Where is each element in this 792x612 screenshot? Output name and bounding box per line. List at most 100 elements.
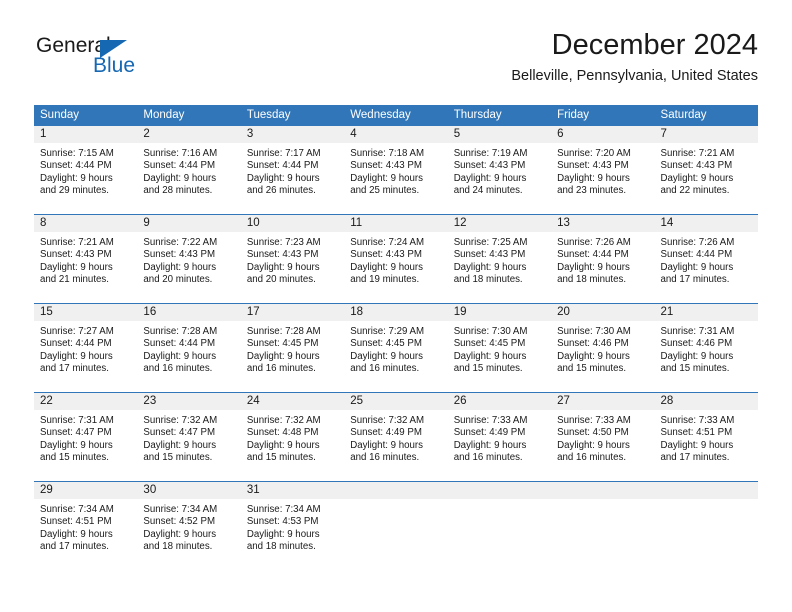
day-cell[interactable]: 10 Sunrise: 7:23 AM Sunset: 4:43 PM Dayl… [240, 214, 345, 304]
daylight-text-line1: Daylight: 9 hours [246, 172, 320, 184]
daylight-text-line1: Daylight: 9 hours [143, 528, 217, 540]
day-cell[interactable]: 17 Sunrise: 7:28 AM Sunset: 4:45 PM Dayl… [240, 303, 345, 393]
week-row: 22 Sunrise: 7:31 AM Sunset: 4:47 PM Dayl… [34, 392, 758, 482]
sunset-text: Sunset: 4:48 PM [246, 427, 319, 439]
day-cell[interactable]: 12 Sunrise: 7:25 AM Sunset: 4:43 PM Dayl… [447, 214, 552, 304]
day-cell[interactable]: 24 Sunrise: 7:32 AM Sunset: 4:48 PM Dayl… [240, 392, 345, 482]
daylight-text-line2: and 16 minutes. [350, 363, 420, 375]
day-number: 18 [344, 304, 448, 321]
day-number: 28 [654, 393, 758, 410]
day-cell[interactable]: 28 Sunrise: 7:33 AM Sunset: 4:51 PM Dayl… [654, 392, 758, 482]
day-details: Sunrise: 7:22 AM Sunset: 4:43 PM Dayligh… [137, 232, 240, 287]
daylight-text-line2: and 19 minutes. [350, 274, 420, 286]
day-number: 4 [344, 126, 448, 143]
day-cell[interactable]: 5 Sunrise: 7:19 AM Sunset: 4:43 PM Dayli… [447, 125, 552, 215]
sunset-text: Sunset: 4:50 PM [557, 427, 629, 439]
day-details: Sunrise: 7:34 AM Sunset: 4:53 PM Dayligh… [241, 499, 344, 554]
calendar-page: General Blue December 2024 Belleville, P… [0, 0, 792, 612]
sunset-text: Sunset: 4:43 PM [246, 249, 319, 261]
day-cell[interactable]: 25 Sunrise: 7:32 AM Sunset: 4:49 PM Dayl… [344, 392, 448, 482]
day-cell[interactable]: 31 Sunrise: 7:34 AM Sunset: 4:53 PM Dayl… [240, 481, 345, 570]
day-cell[interactable]: 19 Sunrise: 7:30 AM Sunset: 4:45 PM Dayl… [447, 303, 552, 393]
daylight-text-line2: and 15 minutes. [246, 452, 316, 464]
calendar-table: Sunday Monday Tuesday Wednesday Thursday… [34, 105, 758, 570]
day-number [551, 482, 655, 499]
sunset-text: Sunset: 4:49 PM [453, 427, 526, 439]
sunset-text: Sunset: 4:44 PM [40, 338, 112, 350]
day-number: 31 [240, 482, 345, 499]
daylight-text-line1: Daylight: 9 hours [660, 350, 734, 362]
day-number: 24 [240, 393, 345, 410]
day-cell[interactable]: 14 Sunrise: 7:26 AM Sunset: 4:44 PM Dayl… [654, 214, 758, 304]
sunset-text: Sunset: 4:45 PM [246, 338, 319, 350]
day-number: 23 [137, 393, 241, 410]
daylight-text-line2: and 17 minutes. [660, 452, 730, 464]
day-cell[interactable]: 8 Sunrise: 7:21 AM Sunset: 4:43 PM Dayli… [34, 214, 138, 304]
day-cell[interactable]: 16 Sunrise: 7:28 AM Sunset: 4:44 PM Dayl… [137, 303, 241, 393]
daylight-text-line1: Daylight: 9 hours [557, 172, 630, 184]
calendar-head: Sunday Monday Tuesday Wednesday Thursday… [34, 105, 758, 126]
day-cell[interactable]: 3 Sunrise: 7:17 AM Sunset: 4:44 PM Dayli… [240, 125, 345, 215]
daylight-text-line2: and 26 minutes. [246, 185, 316, 197]
day-cell[interactable]: 18 Sunrise: 7:29 AM Sunset: 4:45 PM Dayl… [344, 303, 448, 393]
sunset-text: Sunset: 4:43 PM [350, 249, 422, 261]
day-cell[interactable]: 27 Sunrise: 7:33 AM Sunset: 4:50 PM Dayl… [551, 392, 655, 482]
weekday-header-wednesday: Wednesday [344, 105, 448, 126]
sunrise-text: Sunrise: 7:26 AM [660, 237, 735, 248]
day-cell[interactable]: 22 Sunrise: 7:31 AM Sunset: 4:47 PM Dayl… [34, 392, 138, 482]
sunset-text: Sunset: 4:44 PM [40, 160, 112, 172]
sunset-text: Sunset: 4:43 PM [40, 249, 112, 261]
daylight-text-line1: Daylight: 9 hours [557, 261, 630, 273]
sunrise-text: Sunrise: 7:16 AM [143, 148, 218, 159]
daylight-text-line1: Daylight: 9 hours [350, 172, 423, 184]
daylight-text-line2: and 24 minutes. [453, 185, 523, 197]
sunrise-text: Sunrise: 7:19 AM [453, 148, 528, 159]
day-number: 7 [654, 126, 758, 143]
day-details: Sunrise: 7:27 AM Sunset: 4:44 PM Dayligh… [34, 321, 137, 376]
day-cell[interactable]: 13 Sunrise: 7:26 AM Sunset: 4:44 PM Dayl… [551, 214, 655, 304]
day-cell[interactable]: 2 Sunrise: 7:16 AM Sunset: 4:44 PM Dayli… [137, 125, 241, 215]
weekday-header-thursday: Thursday [447, 105, 552, 126]
daylight-text-line2: and 16 minutes. [143, 363, 213, 375]
day-cell[interactable]: 29 Sunrise: 7:34 AM Sunset: 4:51 PM Dayl… [34, 481, 138, 570]
day-cell[interactable]: 7 Sunrise: 7:21 AM Sunset: 4:43 PM Dayli… [654, 125, 758, 215]
day-details [344, 499, 447, 504]
day-number: 14 [654, 215, 758, 232]
day-cell[interactable]: 30 Sunrise: 7:34 AM Sunset: 4:52 PM Dayl… [137, 481, 241, 570]
day-details: Sunrise: 7:18 AM Sunset: 4:43 PM Dayligh… [344, 143, 447, 198]
day-cell[interactable]: 11 Sunrise: 7:24 AM Sunset: 4:43 PM Dayl… [344, 214, 448, 304]
week-row: 8 Sunrise: 7:21 AM Sunset: 4:43 PM Dayli… [34, 214, 758, 304]
day-number: 26 [447, 393, 552, 410]
sunset-text: Sunset: 4:44 PM [660, 249, 733, 261]
day-number: 10 [240, 215, 345, 232]
day-number: 2 [137, 126, 241, 143]
weekday-header-tuesday: Tuesday [240, 105, 345, 126]
day-number: 1 [34, 126, 138, 143]
daylight-text-line2: and 18 minutes. [453, 274, 523, 286]
day-details: Sunrise: 7:32 AM Sunset: 4:47 PM Dayligh… [137, 410, 240, 465]
day-cell[interactable]: 9 Sunrise: 7:22 AM Sunset: 4:43 PM Dayli… [137, 214, 241, 304]
page-header: General Blue December 2024 Belleville, P… [0, 0, 792, 96]
day-cell[interactable]: 21 Sunrise: 7:31 AM Sunset: 4:46 PM Dayl… [654, 303, 758, 393]
day-cell[interactable]: 26 Sunrise: 7:33 AM Sunset: 4:49 PM Dayl… [447, 392, 552, 482]
day-cell[interactable]: 6 Sunrise: 7:20 AM Sunset: 4:43 PM Dayli… [551, 125, 655, 215]
day-details [655, 499, 758, 504]
sunset-text: Sunset: 4:49 PM [350, 427, 422, 439]
sunrise-text: Sunrise: 7:32 AM [350, 415, 425, 426]
day-number: 25 [344, 393, 448, 410]
sunrise-text: Sunrise: 7:22 AM [143, 237, 218, 248]
sunrise-text: Sunrise: 7:33 AM [660, 415, 735, 426]
day-cell[interactable]: 15 Sunrise: 7:27 AM Sunset: 4:44 PM Dayl… [34, 303, 138, 393]
daylight-text-line1: Daylight: 9 hours [453, 350, 527, 362]
day-cell[interactable]: 23 Sunrise: 7:32 AM Sunset: 4:47 PM Dayl… [137, 392, 241, 482]
sunset-text: Sunset: 4:53 PM [246, 516, 319, 528]
daylight-text-line1: Daylight: 9 hours [660, 439, 734, 451]
day-number [344, 482, 448, 499]
day-cell[interactable]: 1 Sunrise: 7:15 AM Sunset: 4:44 PM Dayli… [34, 125, 138, 215]
day-details: Sunrise: 7:30 AM Sunset: 4:45 PM Dayligh… [448, 321, 551, 376]
daylight-text-line2: and 20 minutes. [246, 274, 316, 286]
daylight-text-line2: and 22 minutes. [660, 185, 730, 197]
day-cell[interactable]: 20 Sunrise: 7:30 AM Sunset: 4:46 PM Dayl… [551, 303, 655, 393]
day-cell[interactable]: 4 Sunrise: 7:18 AM Sunset: 4:43 PM Dayli… [344, 125, 448, 215]
page-title: December 2024 [551, 29, 758, 61]
